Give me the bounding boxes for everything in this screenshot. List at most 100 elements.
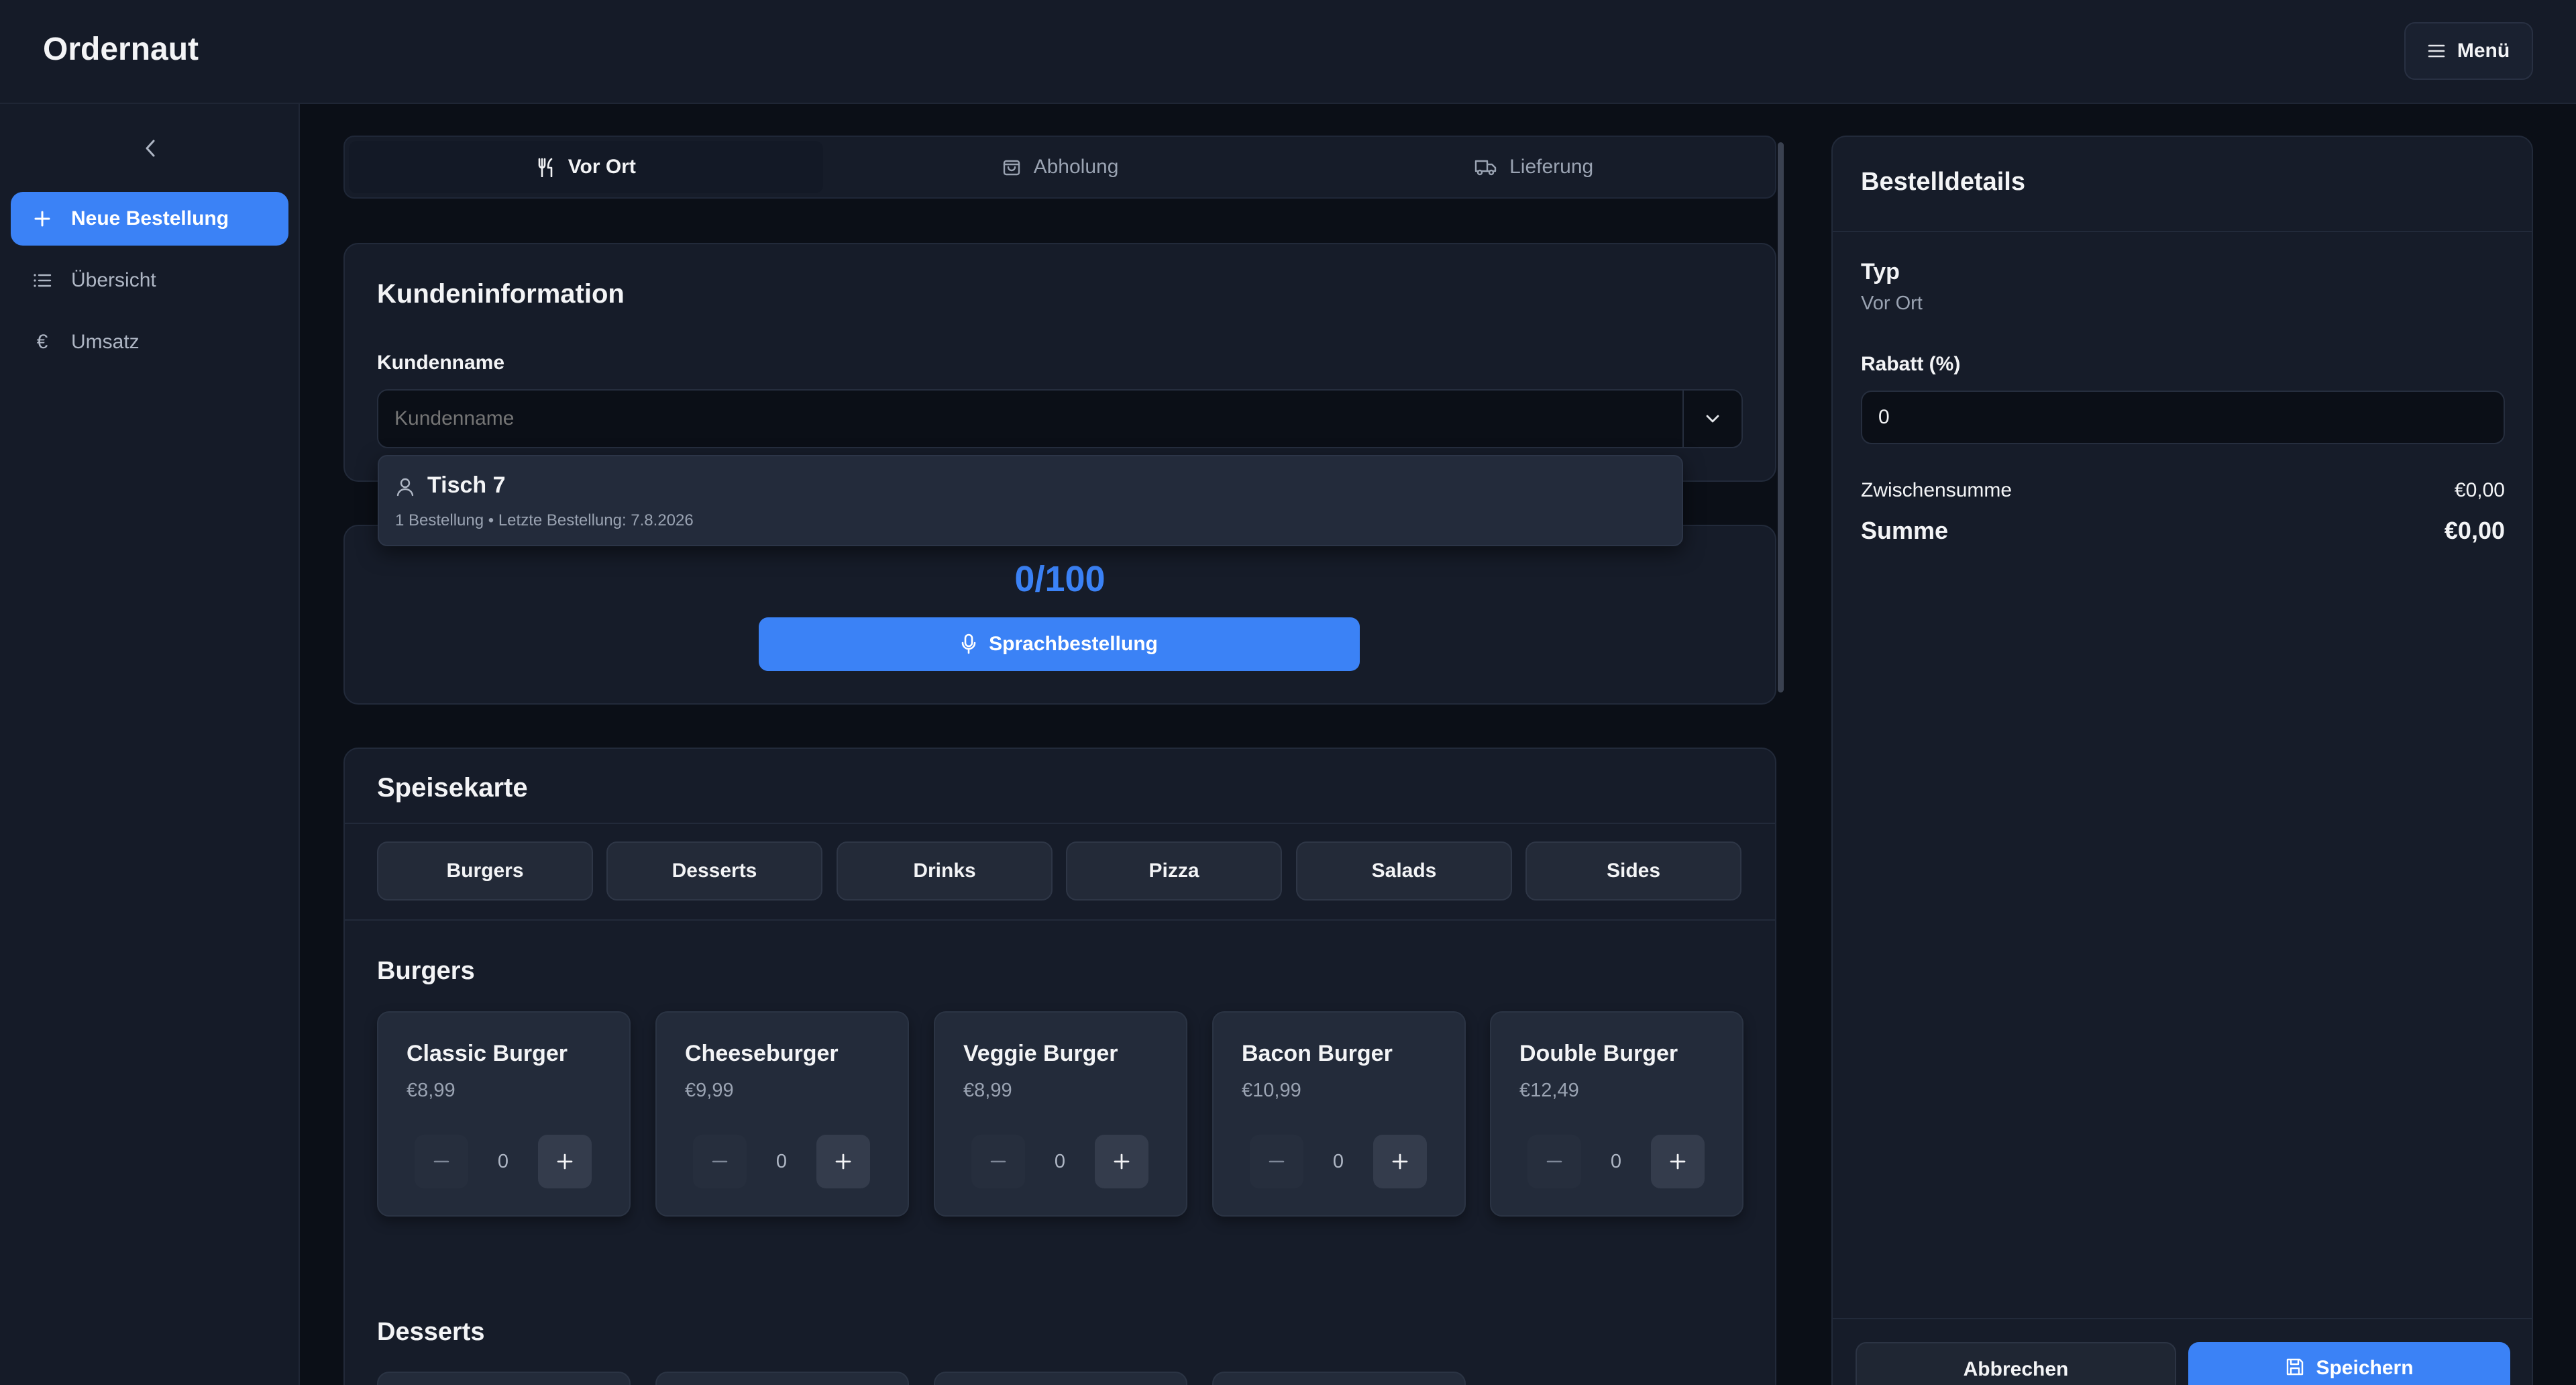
menu-button-label: Menü bbox=[2457, 40, 2510, 62]
customer-suggestion-dropdown: Tisch 7 1 Bestellung • Letzte Bestellung… bbox=[378, 455, 1683, 546]
customer-name-label: Kundenname bbox=[377, 352, 505, 374]
product-name: Classic Burger bbox=[407, 1041, 568, 1066]
increase-quantity-button[interactable] bbox=[1651, 1135, 1705, 1188]
product-card-partial bbox=[934, 1372, 1187, 1385]
minus-icon bbox=[1546, 1160, 1562, 1163]
decrease-quantity-button[interactable] bbox=[693, 1135, 747, 1188]
quantity-value: 0 bbox=[1610, 1150, 1622, 1172]
customer-dropdown-toggle[interactable] bbox=[1682, 391, 1741, 447]
category-button-burgers[interactable]: Burgers bbox=[377, 841, 593, 901]
category-button-salads[interactable]: Salads bbox=[1296, 841, 1512, 901]
save-button-label: Speichern bbox=[2316, 1357, 2414, 1379]
euro-icon: € bbox=[36, 331, 48, 353]
tab-label: Vor Ort bbox=[568, 156, 636, 178]
user-icon bbox=[395, 476, 415, 497]
order-details-title: Bestelldetails bbox=[1861, 168, 2025, 196]
order-type-label: Typ bbox=[1861, 259, 1900, 285]
tab-vor-ort[interactable]: Vor Ort bbox=[349, 141, 823, 193]
product-name: Double Burger bbox=[1519, 1041, 1678, 1066]
product-price: €12,49 bbox=[1519, 1080, 1579, 1101]
category-button-drinks[interactable]: Drinks bbox=[837, 841, 1053, 901]
cancel-button-label: Abbrechen bbox=[1963, 1358, 2069, 1380]
details-divider bbox=[1833, 231, 2532, 232]
section-title-burgers: Burgers bbox=[377, 957, 475, 985]
main-scrollbar[interactable] bbox=[1778, 142, 1784, 692]
product-card-cheeseburger: Cheeseburger €9,99 0 bbox=[655, 1011, 909, 1217]
product-name: Cheeseburger bbox=[685, 1041, 839, 1066]
plus-icon bbox=[31, 210, 54, 227]
app-title: Ordernaut bbox=[43, 32, 199, 67]
discount-label: Rabatt (%) bbox=[1861, 353, 1961, 375]
bag-icon bbox=[1002, 157, 1022, 177]
chevron-down-icon bbox=[1705, 413, 1721, 424]
total-value: €0,00 bbox=[2444, 517, 2505, 544]
section-title-desserts: Desserts bbox=[377, 1318, 485, 1346]
subtotal-row: Zwischensumme €0,00 bbox=[1861, 479, 2505, 502]
product-card-partial bbox=[1212, 1372, 1466, 1385]
decrease-quantity-button[interactable] bbox=[1527, 1135, 1581, 1188]
sidebar-item-neue-bestellung[interactable]: Neue Bestellung bbox=[11, 192, 288, 246]
category-button-sides[interactable]: Sides bbox=[1525, 841, 1741, 901]
quantity-value: 0 bbox=[775, 1150, 788, 1172]
hamburger-icon bbox=[2428, 44, 2445, 58]
minus-icon bbox=[433, 1160, 449, 1163]
increase-quantity-button[interactable] bbox=[1095, 1135, 1148, 1188]
voice-order-card bbox=[343, 525, 1776, 705]
plus-icon bbox=[1669, 1153, 1686, 1170]
subtotal-value: €0,00 bbox=[2454, 479, 2505, 501]
increase-quantity-button[interactable] bbox=[816, 1135, 870, 1188]
voice-order-button[interactable]: Sprachbestellung bbox=[759, 617, 1360, 671]
sidebar-collapse-button[interactable] bbox=[134, 132, 166, 164]
tab-lieferung[interactable]: Lieferung bbox=[1297, 141, 1771, 193]
truck-icon bbox=[1474, 158, 1497, 176]
product-card-partial bbox=[655, 1372, 909, 1385]
details-footer-divider bbox=[1833, 1318, 2532, 1319]
total-label: Summe bbox=[1861, 517, 1949, 544]
plus-icon bbox=[1391, 1153, 1409, 1170]
product-price: €9,99 bbox=[685, 1080, 734, 1101]
menu-button[interactable]: Menü bbox=[2404, 22, 2533, 80]
product-name: Veggie Burger bbox=[963, 1041, 1118, 1066]
sidebar-item-label: Umsatz bbox=[71, 331, 140, 353]
product-card-double-burger: Double Burger €12,49 0 bbox=[1490, 1011, 1743, 1217]
product-card-veggie-burger: Veggie Burger €8,99 0 bbox=[934, 1011, 1187, 1217]
voice-order-button-label: Sprachbestellung bbox=[989, 633, 1158, 655]
sidebar-item-label: Neue Bestellung bbox=[71, 207, 229, 229]
tab-abholung[interactable]: Abholung bbox=[823, 141, 1297, 193]
microphone-icon bbox=[961, 633, 977, 655]
product-card-bacon-burger: Bacon Burger €10,99 0 bbox=[1212, 1011, 1466, 1217]
decrease-quantity-button[interactable] bbox=[971, 1135, 1025, 1188]
increase-quantity-button[interactable] bbox=[1373, 1135, 1427, 1188]
decrease-quantity-button[interactable] bbox=[415, 1135, 468, 1188]
decrease-quantity-button[interactable] bbox=[1250, 1135, 1303, 1188]
customer-info-title: Kundeninformation bbox=[377, 279, 625, 309]
save-button[interactable]: Speichern bbox=[2188, 1342, 2510, 1385]
discount-input[interactable] bbox=[1861, 391, 2505, 444]
product-card-partial bbox=[377, 1372, 631, 1385]
chevron-left-icon bbox=[143, 138, 158, 158]
plus-icon bbox=[1113, 1153, 1130, 1170]
customer-name-input[interactable] bbox=[377, 389, 1743, 448]
plus-icon bbox=[556, 1153, 574, 1170]
subtotal-label: Zwischensumme bbox=[1861, 479, 2012, 501]
total-row: Summe €0,00 bbox=[1861, 517, 2505, 545]
sidebar-item-uebersicht[interactable]: Übersicht bbox=[11, 254, 288, 307]
quantity-value: 0 bbox=[1332, 1150, 1344, 1172]
minus-icon bbox=[1269, 1160, 1285, 1163]
menu-title: Speisekarte bbox=[377, 773, 528, 803]
tab-label: Lieferung bbox=[1509, 156, 1594, 178]
menu-divider bbox=[345, 823, 1775, 824]
category-button-pizza[interactable]: Pizza bbox=[1066, 841, 1282, 901]
suggestion-customer-meta: 1 Bestellung • Letzte Bestellung: 7.8.20… bbox=[395, 511, 694, 529]
increase-quantity-button[interactable] bbox=[538, 1135, 592, 1188]
order-details-panel: Bestelldetails Typ Vor Ort Rabatt (%) Zw… bbox=[1831, 136, 2533, 1385]
product-price: €10,99 bbox=[1242, 1080, 1301, 1101]
sidebar: Neue Bestellung Übersicht € Umsatz bbox=[0, 104, 300, 1385]
cancel-button[interactable]: Abbrechen bbox=[1856, 1342, 2176, 1385]
sidebar-item-umsatz[interactable]: € Umsatz bbox=[11, 315, 288, 369]
category-button-desserts[interactable]: Desserts bbox=[606, 841, 822, 901]
save-icon bbox=[2285, 1357, 2305, 1377]
product-card-classic-burger: Classic Burger €8,99 0 bbox=[377, 1011, 631, 1217]
quantity-value: 0 bbox=[497, 1150, 509, 1172]
suggestion-customer-name[interactable]: Tisch 7 bbox=[427, 472, 506, 499]
